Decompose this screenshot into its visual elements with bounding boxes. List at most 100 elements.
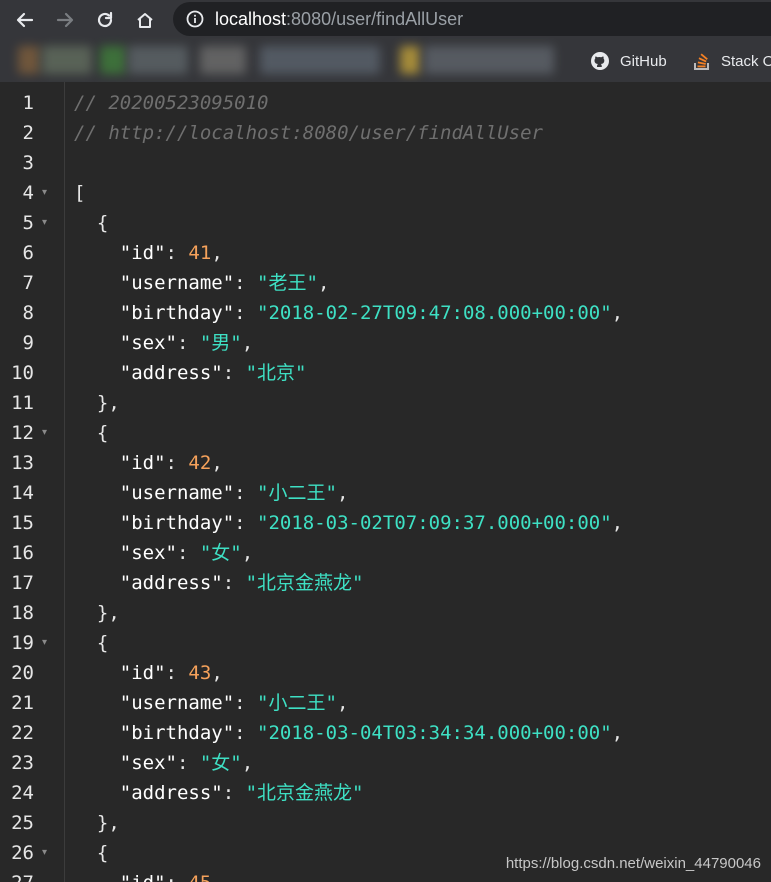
url-host: localhost	[215, 9, 287, 29]
token-num: 43	[188, 662, 212, 684]
token-punc: :	[234, 302, 258, 324]
token-key: "id"	[119, 662, 166, 684]
token-key: "id"	[119, 452, 166, 474]
token-punc: ,	[211, 662, 223, 684]
token-str: "2018-03-02T07:09:37.000+00:00"	[257, 512, 612, 534]
code-line: 14 "username": "小二王",	[0, 478, 771, 508]
token-punc	[74, 752, 120, 774]
token-punc: ,	[611, 722, 624, 744]
token-key: "username"	[119, 272, 235, 294]
code-line: 11 },	[0, 388, 771, 418]
code-text: },	[74, 808, 120, 838]
blurred-bookmark[interactable]	[18, 46, 40, 74]
token-punc	[74, 362, 120, 384]
token-punc: :	[234, 272, 258, 294]
line-number: 26	[11, 842, 34, 864]
code-line: 6 "id": 41,	[0, 238, 771, 268]
token-punc: ,	[611, 302, 624, 324]
code-line: 15 "birthday": "2018-03-02T07:09:37.000+…	[0, 508, 771, 538]
code-text: "birthday": "2018-03-04T03:34:34.000+00:…	[74, 718, 623, 748]
code-text: "sex": "男",	[74, 328, 253, 358]
code-text: "address": "北京金燕龙"	[74, 778, 364, 808]
code-text: "id": 42,	[74, 448, 223, 478]
code-text: [	[74, 178, 85, 208]
token-punc: {	[74, 632, 109, 654]
forward-button[interactable]	[51, 6, 79, 34]
code-line: 24 "address": "北京金燕龙"	[0, 778, 771, 808]
line-number: 17	[11, 572, 34, 594]
code-text: },	[74, 598, 120, 628]
token-punc: :	[176, 332, 200, 354]
back-button[interactable]	[11, 6, 39, 34]
code-text: "address": "北京"	[74, 358, 307, 388]
code-line: 25 },	[0, 808, 771, 838]
token-key: "address"	[119, 362, 223, 384]
token-punc: :	[165, 242, 189, 264]
blurred-bookmark[interactable]	[100, 46, 126, 74]
browser-toolbar: localhost:8080/user/findAllUser GitHub S…	[0, 0, 771, 82]
code-line: 7 "username": "老王",	[0, 268, 771, 298]
token-str: "北京"	[245, 362, 307, 384]
token-punc	[74, 542, 120, 564]
token-str: "小二王"	[257, 692, 337, 714]
blurred-bookmark[interactable]	[260, 46, 380, 74]
fold-toggle-icon[interactable]: ▾	[42, 628, 47, 658]
token-punc: [	[74, 182, 86, 204]
line-number: 18	[11, 602, 34, 624]
token-punc: ,	[336, 692, 349, 714]
code-text: },	[74, 388, 120, 418]
token-punc: },	[74, 602, 120, 624]
code-line: 4 ▾ [	[0, 178, 771, 208]
line-number: 16	[11, 542, 34, 564]
line-number: 4	[22, 182, 34, 204]
fold-toggle-icon[interactable]: ▾	[42, 178, 47, 208]
home-icon	[137, 13, 153, 28]
token-punc: :	[222, 362, 246, 384]
token-punc: ,	[611, 512, 624, 534]
token-str: "北京金燕龙"	[245, 572, 364, 594]
token-punc	[74, 272, 120, 294]
fold-toggle-icon[interactable]: ▾	[42, 838, 47, 868]
code-text: "id": 41,	[74, 238, 223, 268]
blurred-bookmark[interactable]	[128, 46, 188, 74]
reload-button[interactable]	[91, 6, 119, 34]
code-text: "id": 43,	[74, 658, 223, 688]
token-key: "address"	[119, 572, 223, 594]
code-line: 1 // 20200523095010	[0, 88, 771, 118]
blurred-bookmark[interactable]	[42, 46, 92, 74]
token-punc: {	[74, 212, 109, 234]
line-number: 14	[11, 482, 34, 504]
token-punc: ,	[241, 542, 254, 564]
token-key: "username"	[119, 482, 235, 504]
token-key: "sex"	[119, 752, 177, 774]
json-viewer[interactable]: 1 // 20200523095010 2 // http://localhost:8…	[0, 82, 771, 882]
code-line: 12 ▾ {	[0, 418, 771, 448]
info-icon[interactable]	[186, 10, 204, 28]
token-num: 42	[188, 452, 212, 474]
token-punc	[74, 242, 120, 264]
code-text: {	[74, 208, 108, 238]
blurred-bookmark[interactable]	[400, 46, 420, 74]
token-punc	[74, 782, 120, 804]
blurred-bookmark[interactable]	[200, 46, 246, 74]
fold-toggle-icon[interactable]: ▾	[42, 418, 47, 448]
token-num: 41	[188, 242, 212, 264]
code-line: 22 "birthday": "2018-03-04T03:34:34.000+…	[0, 718, 771, 748]
address-url[interactable]: localhost:8080/user/findAllUser	[215, 7, 463, 31]
line-number: 12	[11, 422, 34, 444]
bookmark-label: GitHub	[620, 52, 667, 70]
token-key: "birthday"	[119, 722, 235, 744]
code-text: "sex": "女",	[74, 748, 253, 778]
token-punc: {	[74, 842, 109, 864]
token-punc: },	[74, 392, 120, 414]
fold-toggle-icon[interactable]: ▾	[42, 208, 47, 238]
watermark: https://blog.csdn.net/weixin_44790046	[505, 855, 761, 872]
blurred-bookmark[interactable]	[424, 46, 554, 74]
token-punc: ,	[211, 452, 223, 474]
home-button[interactable]	[131, 6, 159, 34]
bookmark-stackoverflow[interactable]: Stack O	[693, 50, 771, 72]
token-key: "sex"	[119, 542, 177, 564]
bookmark-github[interactable]: GitHub	[590, 50, 667, 72]
token-punc	[74, 482, 120, 504]
token-punc: :	[222, 782, 246, 804]
